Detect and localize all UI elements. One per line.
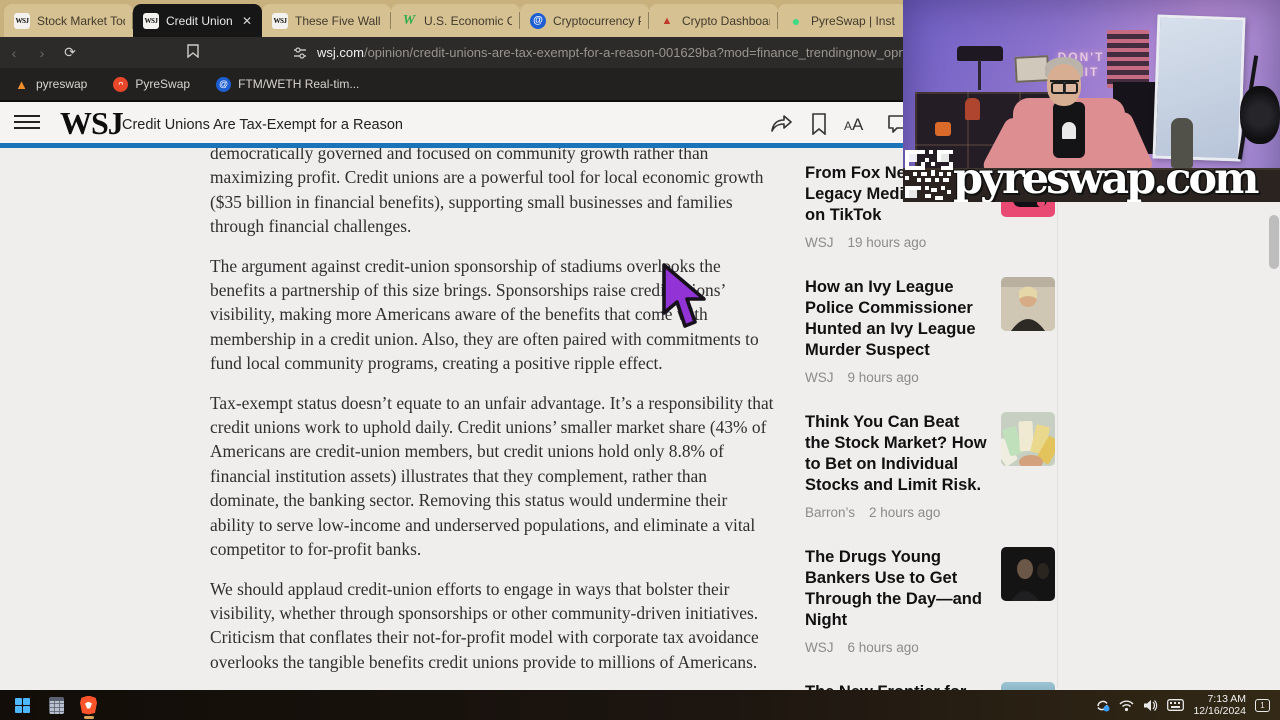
glasses — [1050, 80, 1079, 89]
wsj-favicon-icon: WSJ — [14, 13, 30, 29]
source-label: Barron’s — [805, 505, 855, 520]
scrollbar-thumb[interactable] — [1269, 215, 1279, 269]
qr-code — [905, 150, 953, 202]
article-title: Credit Unions Are Tax-Exempt for a Reaso… — [122, 117, 403, 133]
tab-us-economic-calendar[interactable]: W U.S. Economic Cal — [391, 4, 520, 37]
timestamp: 19 hours ago — [848, 235, 927, 250]
sidebar-article-ivy-league[interactable]: How an Ivy League Police Commissioner Hu… — [805, 277, 1055, 385]
forward-icon[interactable]: › — [28, 45, 56, 61]
shirt-graphic — [1062, 122, 1076, 139]
article-thumbnail — [1001, 682, 1055, 690]
brave-browser-taskbar-icon[interactable] — [80, 690, 97, 720]
svg-text:A: A — [844, 119, 852, 133]
flame-icon: ▲ — [14, 77, 29, 92]
wreath — [1240, 86, 1280, 144]
tab-crypto-dashboard[interactable]: ▲ Crypto Dashboard — [649, 4, 778, 37]
url-domain: wsj.com — [317, 45, 364, 60]
article-thumbnail — [1001, 547, 1055, 601]
timestamp: 6 hours ago — [848, 640, 919, 655]
bookmark-flag-icon[interactable] — [179, 44, 207, 61]
source-label: WSJ — [805, 640, 834, 655]
bookmark-pyreswap[interactable]: ▲ pyreswap — [14, 77, 87, 92]
tab-these-five-wall-st[interactable]: WSJ These Five Wall St — [262, 4, 391, 37]
menu-icon[interactable] — [14, 115, 40, 131]
investing-favicon-icon: W — [401, 13, 417, 29]
bookmark-ftm-weth[interactable]: @ FTM/WETH Real-tim... — [216, 77, 359, 92]
wsj-favicon-icon: WSJ — [272, 13, 288, 29]
crypto-blue-favicon-icon: @ — [530, 13, 546, 29]
crypto-red-favicon-icon: ▲ — [659, 13, 675, 29]
chart-site-icon: @ — [216, 77, 231, 92]
article-paragraph: democratically governed and focused on c… — [210, 141, 776, 239]
source-label: WSJ — [805, 235, 834, 250]
tab-close-icon[interactable]: ✕ — [240, 14, 254, 28]
timestamp: 9 hours ago — [848, 370, 919, 385]
reload-icon[interactable]: ⟳ — [56, 44, 84, 61]
bookmark-pyreswap-reddit[interactable]: ᴖ PyreSwap — [113, 77, 190, 92]
share-icon[interactable] — [770, 113, 794, 135]
sync-icon[interactable] — [1095, 698, 1110, 713]
url-path: /opinion/credit-unions-are-tax-exempt-fo… — [364, 45, 968, 60]
sidebar-article-drugs-bankers[interactable]: The Drugs Young Bankers Use to Get Throu… — [805, 547, 1055, 655]
volume-icon[interactable] — [1143, 699, 1158, 712]
mouse-cursor — [660, 263, 712, 331]
wsj-favicon-icon: WSJ — [143, 13, 159, 29]
pyreswap-watermark: pyreswap.com — [953, 154, 1278, 202]
sidebar-article-drone-warfare[interactable]: The New Frontier for Drone Warfare Is De… — [805, 682, 1055, 690]
lamp — [957, 46, 1003, 61]
tab-stock-market[interactable]: WSJ Stock Market Toda — [4, 4, 133, 37]
windows-taskbar: 7:13 AM 12/16/2024 1 — [0, 690, 1280, 720]
text-size-icon[interactable]: A A — [844, 113, 870, 135]
start-button[interactable] — [12, 695, 32, 715]
bookmark-icon[interactable] — [811, 113, 827, 135]
active-app-indicator — [84, 716, 94, 719]
article-paragraph: Tax-exempt status doesn’t equate to an u… — [210, 391, 776, 562]
reddit-icon: ᴖ — [113, 77, 128, 92]
tab-credit-unions-active[interactable]: WSJ Credit Unions ✕ — [133, 4, 262, 37]
most-popular-sidebar: From Fox News… Legacy Media Wants In on … — [805, 163, 1055, 690]
tab-pyreswap[interactable]: ● PyreSwap | Inst — [778, 4, 907, 37]
source-label: WSJ — [805, 370, 834, 385]
light-panel — [1153, 15, 1246, 162]
article-paragraph: We should applaud credit-union efforts t… — [210, 577, 776, 675]
keyboard-icon[interactable] — [1167, 699, 1184, 711]
webcam-overlay: DON'T QUIT pyreswap.com — [903, 0, 1280, 202]
notification-center-icon[interactable]: 1 — [1255, 699, 1270, 712]
svg-text:A: A — [852, 115, 864, 134]
article-thumbnail — [1001, 277, 1055, 331]
article-thumbnail — [1001, 412, 1055, 466]
pyreswap-favicon-icon: ● — [788, 13, 804, 29]
taskbar-clock[interactable]: 7:13 AM 12/16/2024 — [1193, 693, 1246, 717]
calculator-app-icon[interactable] — [46, 695, 66, 715]
tab-cryptocurrency-prices[interactable]: @ Cryptocurrency Pr — [520, 4, 649, 37]
article-body: democratically governed and focused on c… — [210, 141, 776, 689]
poster — [1107, 30, 1149, 88]
site-settings-icon[interactable] — [293, 46, 307, 60]
back-icon[interactable]: ‹ — [0, 45, 28, 61]
sidebar-divider — [1057, 148, 1058, 688]
timestamp: 2 hours ago — [869, 505, 940, 520]
wsj-logo[interactable]: WSJ — [60, 105, 123, 142]
sidebar-article-stock-market[interactable]: Think You Can Beat the Stock Market? How… — [805, 412, 1055, 520]
wifi-icon[interactable] — [1119, 699, 1134, 712]
